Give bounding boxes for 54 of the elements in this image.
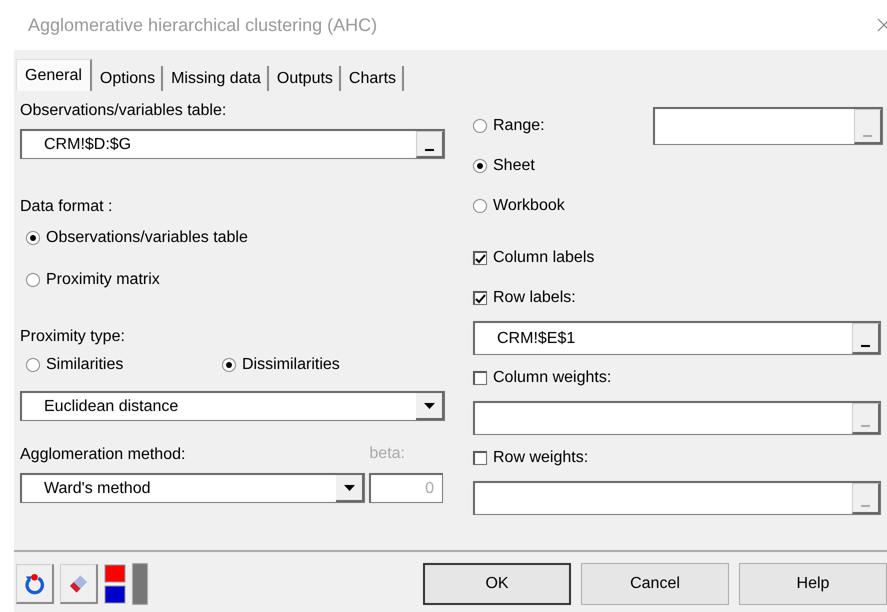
checkbox[interactable] [473, 251, 487, 265]
tab[interactable]: General [16, 59, 92, 91]
input-field[interactable]: CRM!$D:$G [20, 129, 445, 159]
field-label: Agglomeration method: [20, 445, 186, 465]
field-label: beta: [369, 445, 405, 464]
dialog-button[interactable]: OK [423, 563, 571, 605]
section-label: Data format : [20, 197, 114, 217]
checkbox[interactable] [473, 451, 487, 465]
toolbar-handle[interactable] [132, 563, 148, 605]
radio-label: Workbook [493, 197, 565, 215]
checkbox-label: Column weights: [493, 369, 612, 387]
radio-label: Range: [493, 117, 545, 135]
field-label: Observations/variables table: [20, 101, 228, 121]
window-title: Agglomerative hierarchical clustering (AHC) [28, 14, 378, 36]
caret-icon [344, 484, 354, 490]
dialog-button[interactable]: Help [739, 563, 887, 605]
input-field[interactable] [473, 481, 881, 515]
radio-button[interactable] [26, 358, 40, 372]
section-label: Proximity type: [20, 327, 126, 347]
radio-button[interactable] [26, 231, 40, 245]
refresh-icon [23, 572, 46, 596]
input-field[interactable] [653, 107, 883, 145]
checkbox-label: Row labels: [493, 289, 576, 307]
radio-button[interactable] [222, 358, 236, 372]
dash-icon [861, 424, 870, 427]
eraser-button[interactable] [60, 564, 98, 604]
reset-button[interactable] [16, 564, 54, 604]
radio-button[interactable] [473, 159, 487, 173]
dash-icon [863, 134, 872, 137]
radio-button[interactable] [473, 119, 487, 133]
radio-label: Dissimilarities [242, 356, 340, 374]
radio-button[interactable] [473, 199, 487, 213]
dash-icon [861, 344, 870, 347]
checkbox[interactable] [473, 371, 487, 385]
caret-icon [424, 402, 434, 408]
dialog-button[interactable]: Cancel [581, 563, 729, 605]
checkbox-label: Column labels [493, 249, 594, 267]
dash-icon [425, 148, 434, 151]
dropdown[interactable]: Ward's method [20, 473, 365, 503]
radio-button[interactable] [26, 273, 40, 287]
radio-label: Sheet [493, 157, 535, 175]
browse-button[interactable] [416, 131, 444, 158]
radio-label: Observations/variables table [46, 229, 248, 247]
input-field[interactable] [473, 401, 881, 435]
checkbox[interactable] [473, 291, 487, 305]
radio-label: Proximity matrix [46, 271, 160, 289]
dropdown[interactable]: Euclidean distance [20, 391, 445, 421]
radio-label: Similarities [46, 356, 124, 374]
close-icon[interactable] [877, 18, 887, 32]
input-field[interactable]: CRM!$E$1 [473, 321, 881, 355]
color-squares-icon[interactable] [104, 564, 126, 604]
checkbox-label: Row weights: [493, 449, 588, 467]
dash-icon [861, 504, 870, 507]
browse-button[interactable] [852, 323, 880, 354]
